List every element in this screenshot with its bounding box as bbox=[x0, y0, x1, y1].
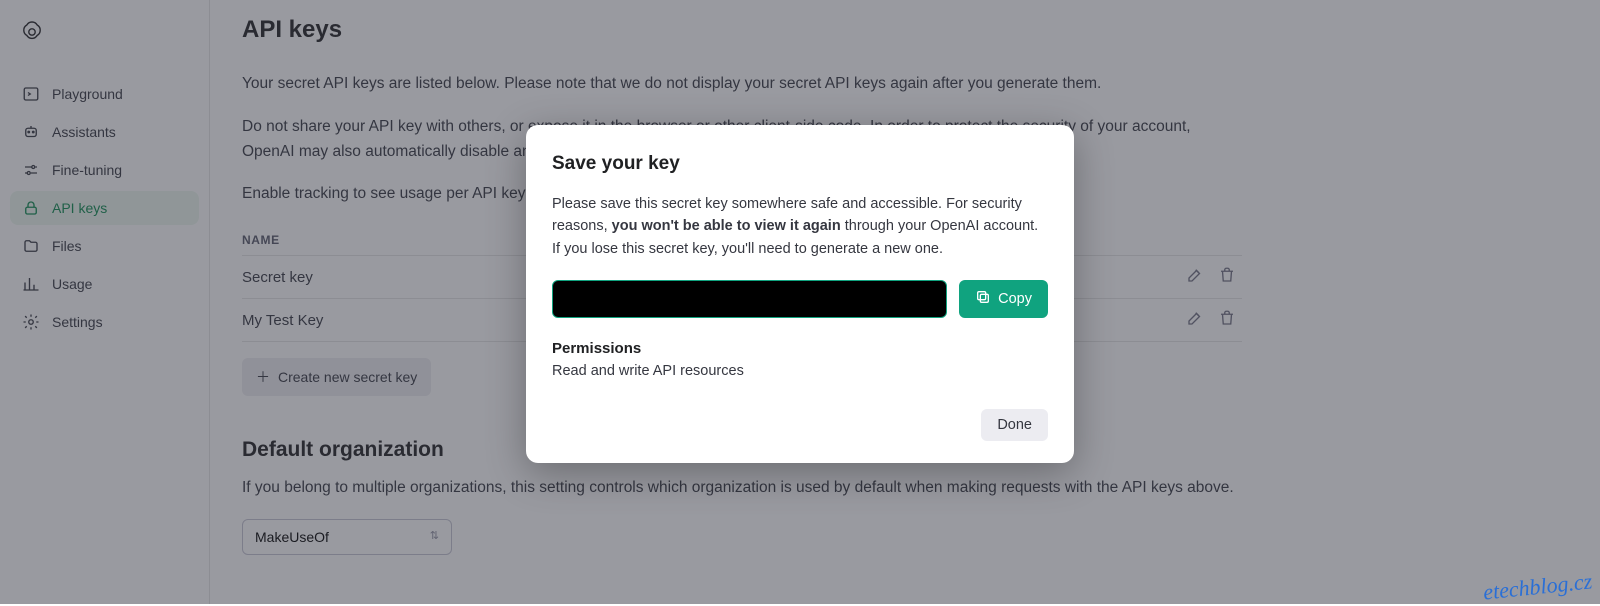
permissions-heading: Permissions bbox=[552, 340, 1048, 357]
modal-title: Save your key bbox=[552, 153, 1048, 175]
permissions-text: Read and write API resources bbox=[552, 363, 1048, 379]
secret-key-field[interactable] bbox=[552, 280, 947, 318]
done-button[interactable]: Done bbox=[981, 409, 1048, 441]
copy-icon bbox=[975, 289, 991, 309]
modal-body: Please save this secret key somewhere sa… bbox=[552, 193, 1048, 260]
copy-button[interactable]: Copy bbox=[959, 280, 1048, 318]
save-key-modal: Save your key Please save this secret ke… bbox=[526, 125, 1074, 463]
modal-overlay[interactable]: Save your key Please save this secret ke… bbox=[0, 0, 1600, 604]
